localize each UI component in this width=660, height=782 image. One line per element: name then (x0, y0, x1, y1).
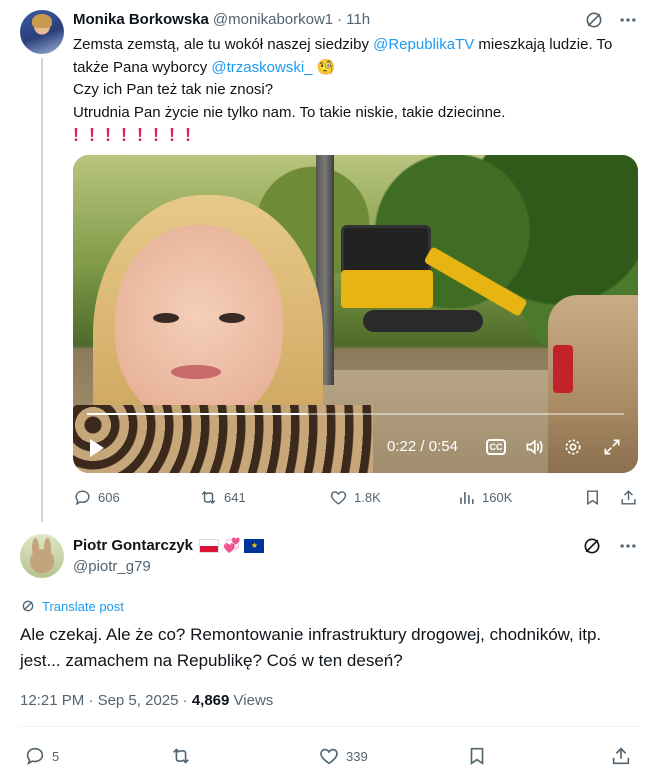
tweet-metadata: 12:21 PM · Sep 5, 2025 · 4,869 Views (20, 692, 273, 709)
translate-post-link[interactable]: Translate post (20, 598, 124, 614)
share-button[interactable] (619, 485, 638, 509)
main-tweet-name-row: Piotr Gontarczyk 💞 ★ (73, 537, 265, 554)
video-car-light (553, 345, 573, 393)
like-button[interactable]: 1.8K (329, 485, 381, 509)
like-button[interactable]: 339 (318, 744, 368, 768)
more-icon[interactable] (618, 536, 638, 561)
fullscreen-icon[interactable] (601, 436, 623, 458)
display-name[interactable]: Piotr Gontarczyk (73, 537, 193, 554)
excavator-body (341, 270, 433, 308)
repost-button[interactable] (170, 744, 192, 768)
video-progress-fill (87, 413, 308, 415)
video-person-lips (171, 365, 221, 379)
divider (20, 726, 640, 727)
grok-icon[interactable] (582, 536, 602, 561)
time-current: 0:22 (387, 438, 417, 455)
main-tweet-text: Ale czekaj. Ale że co? Remontowanie infr… (20, 625, 602, 670)
handle[interactable]: @monikaborkow1 (213, 11, 333, 28)
reply-icon (26, 747, 44, 766)
repost-button[interactable]: 641 (199, 485, 246, 509)
display-name[interactable]: Monika Borkowska (73, 11, 209, 28)
time-separator: / (420, 438, 425, 455)
hearts-emoji: 💞 (223, 537, 241, 553)
reply-button[interactable]: 606 (73, 485, 120, 509)
like-icon (330, 490, 347, 505)
quoted-tweet-actions: 606 641 1.8K 160K (73, 485, 638, 509)
views-count: 160K (482, 489, 513, 505)
bookmark-icon (587, 489, 598, 505)
text-line-3: Utrudnia Pan życie nie tylko nam. To tak… (73, 103, 506, 121)
views-button[interactable]: 160K (457, 485, 512, 509)
main-tweet-actions: 5 339 (20, 744, 640, 770)
repost-icon (201, 490, 216, 504)
separator: · (337, 11, 343, 28)
bookmark-icon (470, 747, 484, 765)
tweet-date[interactable]: Sep 5, 2025 (98, 692, 179, 709)
quoted-tweet-text: Zemsta zemstą, ale tu wokół naszej siedz… (73, 34, 633, 147)
bookmark-button[interactable] (583, 485, 602, 509)
mention-trzaskowski[interactable]: @trzaskowski_ (211, 59, 312, 76)
time-total: 0:54 (428, 438, 458, 455)
views-icon (460, 491, 474, 504)
poland-flag-icon (199, 538, 220, 553)
quoted-tweet-icons (584, 10, 638, 35)
cc-icon[interactable]: CC (485, 436, 507, 458)
like-icon (320, 748, 338, 765)
like-count: 1.8K (354, 489, 381, 505)
eu-flag-icon: ★ (244, 538, 265, 553)
reply-button[interactable]: 5 (24, 744, 59, 768)
more-icon[interactable] (618, 10, 638, 35)
reply-icon (75, 489, 90, 505)
quoted-tweet-header: Monika Borkowska @monikaborkow1 · 11h (73, 11, 370, 28)
thread-line (41, 58, 43, 522)
translate-icon (22, 600, 34, 612)
video-player[interactable]: 0:22 / 0:54 CC (73, 155, 638, 473)
exclamation-marks: !!!!!!!! (73, 125, 201, 145)
tweet-time[interactable]: 12:21 PM (20, 692, 84, 709)
eye (219, 313, 245, 323)
video-time: 0:22 / 0:54 (387, 438, 458, 455)
video-person-face (115, 225, 283, 425)
eye (153, 313, 179, 323)
volume-icon[interactable] (523, 436, 545, 458)
share-icon (612, 747, 630, 765)
translate-label[interactable]: Translate post (42, 599, 124, 614)
share-button[interactable] (610, 744, 632, 768)
text-segment: Zemsta zemstą, ale tu wokół naszej siedz… (73, 36, 374, 53)
main-tweet-icons (582, 536, 638, 561)
separator: · (88, 692, 94, 709)
reply-count: 606 (98, 489, 120, 505)
handle[interactable]: @piotr_g79 (73, 558, 151, 575)
mention-republikatv[interactable]: @RepublikaTV (373, 36, 474, 53)
grok-icon[interactable] (584, 10, 604, 35)
avatar-monika[interactable] (20, 10, 64, 54)
bookmark-button[interactable] (466, 744, 488, 768)
reply-count: 5 (52, 748, 60, 764)
timestamp[interactable]: 11h (346, 11, 370, 28)
cc-label: CC (486, 439, 506, 455)
share-icon (621, 489, 636, 505)
repost-icon (173, 748, 189, 764)
monocle-emoji: 🧐 (316, 58, 336, 76)
like-count: 339 (346, 748, 368, 764)
text-line-2: Czy ich Pan też tak nie znosi? (73, 81, 274, 98)
views-label: Views (233, 692, 274, 709)
video-progress-bar[interactable] (87, 413, 624, 415)
avatar-piotr[interactable] (20, 534, 64, 578)
repost-count: 641 (224, 489, 246, 505)
settings-icon[interactable] (562, 436, 584, 458)
play-icon[interactable] (90, 439, 104, 457)
excavator-track (363, 310, 483, 332)
video-controls: 0:22 / 0:54 CC (73, 430, 638, 466)
views-count: 4,869 (191, 692, 230, 709)
separator: · (182, 692, 188, 709)
